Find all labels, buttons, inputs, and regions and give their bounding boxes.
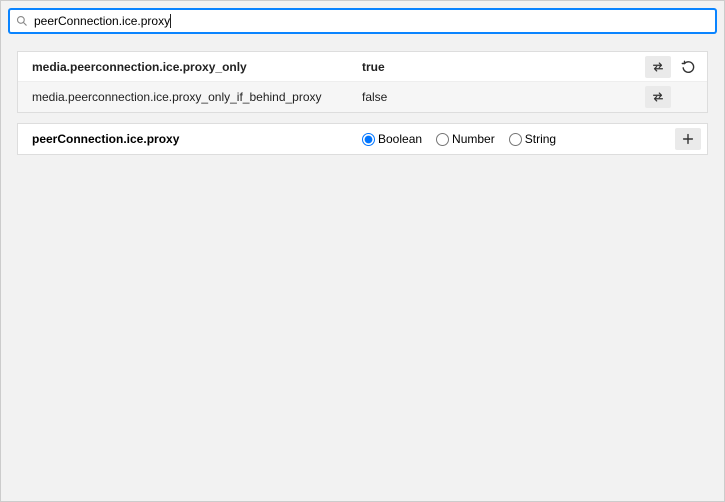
- search-field-wrap[interactable]: peerConnection.ice.proxy: [9, 9, 716, 33]
- prefs-list: media.peerconnection.ice.proxy_only true: [17, 51, 708, 113]
- search-input-text: peerConnection.ice.proxy: [34, 14, 170, 28]
- pref-name: media.peerconnection.ice.proxy_only: [32, 60, 362, 74]
- radio-number-input[interactable]: [436, 133, 449, 146]
- pref-value: true: [362, 60, 645, 74]
- spacer: [675, 86, 701, 108]
- new-pref-name: peerConnection.ice.proxy: [32, 132, 362, 146]
- reset-button[interactable]: [675, 56, 701, 78]
- radio-number-label: Number: [452, 132, 495, 146]
- radio-number[interactable]: Number: [436, 132, 495, 146]
- search-input[interactable]: peerConnection.ice.proxy: [34, 14, 709, 28]
- undo-icon: [681, 60, 695, 74]
- radio-boolean-label: Boolean: [378, 132, 422, 146]
- add-pref-panel: peerConnection.ice.proxy Boolean Number …: [17, 123, 708, 155]
- toggle-button[interactable]: [645, 86, 671, 108]
- radio-string-label: String: [525, 132, 556, 146]
- radio-string-input[interactable]: [509, 133, 522, 146]
- pref-row[interactable]: media.peerconnection.ice.proxy_only_if_b…: [18, 82, 707, 112]
- pref-name: media.peerconnection.ice.proxy_only_if_b…: [32, 90, 362, 104]
- radio-string[interactable]: String: [509, 132, 556, 146]
- add-button[interactable]: [675, 128, 701, 150]
- text-caret: [170, 14, 171, 28]
- swap-icon: [651, 60, 665, 74]
- pref-row[interactable]: media.peerconnection.ice.proxy_only true: [18, 52, 707, 82]
- plus-icon: [681, 132, 695, 146]
- pref-value: false: [362, 90, 645, 104]
- radio-boolean[interactable]: Boolean: [362, 132, 422, 146]
- swap-icon: [651, 90, 665, 104]
- search-icon: [16, 15, 28, 27]
- type-radio-group: Boolean Number String: [362, 132, 675, 146]
- radio-boolean-input[interactable]: [362, 133, 375, 146]
- toggle-button[interactable]: [645, 56, 671, 78]
